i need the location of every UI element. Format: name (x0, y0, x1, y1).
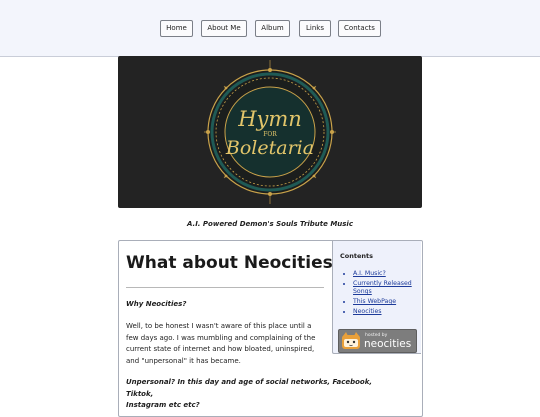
toc-link-ai-music[interactable]: A.I. Music? (353, 270, 386, 277)
toc-item: A.I. Music? (353, 270, 423, 278)
banner-image: Hymn FOR Boletaria (118, 56, 422, 208)
question-heading: Why Neocities? (126, 300, 187, 308)
nav-home-button[interactable]: Home (160, 20, 193, 37)
nav-about-me-button[interactable]: About Me (201, 20, 247, 37)
paragraph-line: Well, to be honest I wasn't aware of thi… (126, 322, 312, 330)
badge-neocities-text: neocities (364, 338, 412, 350)
toc-item: Neocities (353, 308, 423, 316)
nav-contacts-button[interactable]: Contacts (338, 20, 381, 37)
article-panel: What about Neocities? Why Neocities? Wel… (118, 240, 423, 417)
title-divider (126, 287, 324, 288)
neocities-cat-icon (342, 332, 360, 349)
toc-list: A.I. Music? Currently ReleasedSongs This… (341, 270, 423, 318)
toc-item: Currently ReleasedSongs (353, 280, 423, 297)
toc-link-this-webpage[interactable]: This WebPage (353, 298, 396, 305)
top-navigation-bar: Home About Me Album Links Contacts (0, 0, 540, 57)
question-line: Instagram etc etc? (126, 401, 200, 409)
logo-boletaria-text: Boletaria (225, 137, 314, 159)
paragraph-line: few days ago. I was mumbling and complai… (126, 333, 316, 342)
banner-caption: A.I. Powered Demon's Souls Tribute Music (187, 220, 353, 228)
toc-item: This WebPage (353, 298, 423, 306)
nav-menu: Home About Me Album Links Contacts (0, 20, 540, 37)
nav-album-button[interactable]: Album (255, 20, 290, 37)
toc-link-line: Currently Released (353, 279, 412, 287)
nav-links-button[interactable]: Links (299, 20, 331, 37)
toc-link-line: Songs (353, 288, 372, 296)
paragraph: Well, to be honest I wasn't aware of thi… (126, 321, 326, 367)
neocities-badge[interactable]: hosted by neocities (338, 329, 417, 353)
hymn-for-boletaria-logo: Hymn FOR Boletaria (204, 60, 336, 204)
paragraph-line: and "unpersonal" it has became. (126, 356, 241, 365)
question-line: Unpersonal? In this day and age of socia… (126, 378, 373, 398)
toc-title: Contents (340, 252, 373, 260)
article-title: What about Neocities? (126, 253, 343, 273)
logo-hymn-text: Hymn (237, 107, 302, 131)
question-heading: Unpersonal? In this day and age of socia… (126, 377, 376, 412)
paragraph-line: current state of internet and how bloate… (126, 345, 315, 353)
toc-link-currently-released-songs[interactable]: Currently Released Songs (353, 280, 412, 295)
toc-link-neocities[interactable]: Neocities (353, 308, 382, 315)
